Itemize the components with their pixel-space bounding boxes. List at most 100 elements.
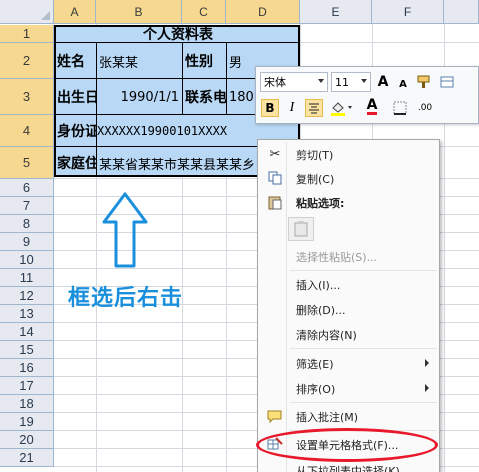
row-header-14[interactable]: 14 [0, 323, 54, 341]
menu-item-paste-special[interactable]: 选择性粘贴(S)... [260, 244, 437, 268]
row-header-5[interactable]: 5 [0, 147, 54, 179]
font-size-dropdown[interactable]: 11 [331, 72, 371, 92]
select-all-corner[interactable] [0, 0, 54, 24]
cell-a2[interactable]: 姓名 [57, 43, 96, 79]
column-header-g[interactable] [444, 0, 479, 24]
column-header-a[interactable]: A [54, 0, 96, 24]
row-header-18[interactable]: 18 [0, 395, 54, 413]
row-header-20[interactable]: 20 [0, 431, 54, 449]
italic-button[interactable]: I [283, 99, 301, 117]
cell-a1-title[interactable]: 个人资料表 [56, 25, 300, 43]
row-header-4[interactable]: 4 [0, 115, 54, 147]
menu-item-cut[interactable]: ✂ 剪切(T) [260, 142, 437, 166]
cell-border [182, 43, 183, 115]
column-header-b[interactable]: B [96, 0, 182, 24]
menu-label: 插入批注(M) [296, 411, 359, 424]
context-menu: ✂ 剪切(T) 复制(C) 粘贴选项: 选择性粘贴(S)... 插入(I)...… [257, 139, 440, 472]
row-header-12[interactable]: 12 [0, 287, 54, 305]
cell-b2[interactable]: 张某某 [99, 43, 182, 79]
row-header-17[interactable]: 17 [0, 377, 54, 395]
column-header-c[interactable]: C [182, 0, 226, 24]
menu-item-copy[interactable]: 复制(C) [260, 166, 437, 190]
bold-icon: B [265, 101, 275, 115]
row-header-9[interactable]: 9 [0, 233, 54, 251]
cell-b5[interactable]: 某某省某某市某某县某某乡 [99, 147, 257, 179]
menu-item-insert-comment[interactable]: 插入批注(M) [260, 404, 437, 428]
decimal-icon: .00 [417, 103, 433, 113]
cell-border [96, 43, 97, 175]
menu-separator [290, 402, 437, 403]
paste-button[interactable] [288, 217, 314, 241]
submenu-arrow-icon [425, 384, 429, 392]
row-header-13[interactable]: 13 [0, 305, 54, 323]
menu-item-paste-options-header: 粘贴选项: [260, 190, 437, 214]
clipboard-icon [294, 221, 308, 237]
menu-label: 剪切(T) [296, 149, 334, 162]
cell-b3[interactable]: 1990/1/1 [99, 79, 182, 115]
row-header-6[interactable]: 6 [0, 179, 54, 197]
chevron-down-icon [361, 79, 367, 83]
menu-label: 复制(C) [296, 173, 335, 186]
fill-color-button[interactable] [329, 99, 355, 117]
scissors-icon: ✂ [269, 146, 281, 162]
row-header-10[interactable]: 10 [0, 251, 54, 269]
cell-a3[interactable]: 出生日 [57, 79, 96, 115]
format-painter-button[interactable] [416, 73, 434, 91]
column-header-f[interactable]: F [372, 0, 444, 24]
decrease-decimal-button[interactable]: .00 [416, 99, 434, 117]
fill-color-icon [331, 102, 352, 116]
menu-item-insert[interactable]: 插入(I)... [260, 272, 437, 296]
grow-font-button[interactable]: A [374, 73, 392, 91]
center-align-button[interactable] [305, 99, 323, 117]
mini-toolbar: 宋体 11 A A B I A .00 [255, 66, 479, 124]
menu-item-delete[interactable]: 删除(D)... [260, 297, 437, 321]
cell-c2[interactable]: 性别 [185, 43, 226, 79]
menu-label: 删除(D)... [296, 304, 346, 317]
submenu-arrow-icon [425, 359, 429, 367]
paste-icon [266, 194, 284, 210]
row-header-19[interactable]: 19 [0, 413, 54, 431]
row-header-16[interactable]: 16 [0, 359, 54, 377]
font-name-value: 宋体 [264, 76, 286, 89]
borders-button[interactable] [391, 99, 409, 117]
row-header-3[interactable]: 3 [0, 79, 54, 115]
shrink-font-button[interactable]: A [394, 75, 412, 93]
highlight-oval [256, 428, 438, 462]
font-color-button[interactable]: A [359, 97, 385, 115]
menu-label: 排序(O) [296, 383, 336, 396]
row-header-7[interactable]: 7 [0, 197, 54, 215]
format-painter-icon [417, 75, 430, 88]
cell-c3[interactable]: 联系电 [185, 79, 226, 115]
menu-item-filter[interactable]: 筛选(E) [260, 351, 437, 375]
grow-font-icon: A [377, 74, 389, 90]
row-header-8[interactable]: 8 [0, 215, 54, 233]
row-header-1[interactable]: 1 [0, 25, 54, 43]
cell-b4[interactable]: XXXXXX19900101XXXX [97, 115, 257, 147]
menu-label: 从下拉列表中选择(K)... [296, 465, 411, 472]
column-header-e[interactable]: E [300, 0, 372, 24]
chevron-down-icon [318, 79, 324, 83]
styles-button[interactable] [438, 73, 456, 91]
cell-a5[interactable]: 家庭住 [57, 147, 96, 179]
column-header-d[interactable]: D [226, 0, 300, 24]
align-center-icon [309, 103, 319, 114]
menu-item-clear-contents[interactable]: 清除内容(N) [260, 322, 437, 346]
annotation-text: 框选后右击 [68, 286, 184, 311]
menu-label: 筛选(E) [296, 358, 334, 371]
cell-border [226, 43, 227, 115]
up-arrow-icon [102, 192, 148, 268]
font-color-icon: A [366, 96, 378, 115]
row-header-11[interactable]: 11 [0, 269, 54, 287]
menu-item-sort[interactable]: 排序(O) [260, 376, 437, 400]
row-header-2[interactable]: 2 [0, 43, 54, 79]
menu-separator [290, 348, 437, 349]
bold-button[interactable]: B [261, 99, 279, 117]
font-size-value: 11 [335, 75, 349, 89]
menu-label: 选择性粘贴(S)... [296, 251, 378, 264]
shrink-font-icon: A [399, 78, 407, 90]
cell-a4[interactable]: 身份证 [57, 115, 96, 147]
borders-icon [393, 101, 407, 115]
row-header-21[interactable]: 21 [0, 449, 54, 467]
row-header-15[interactable]: 15 [0, 341, 54, 359]
font-name-dropdown[interactable]: 宋体 [260, 72, 328, 92]
